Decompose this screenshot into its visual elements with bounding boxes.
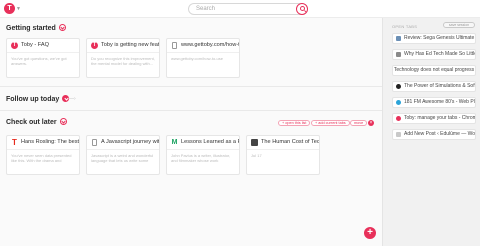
card-description: Jul 17	[251, 153, 262, 158]
tab-label: Technology does not equal progress	[393, 67, 475, 73]
search-bar[interactable]: Search	[188, 3, 308, 15]
open-tab-item[interactable]: Review: Sega Genesis Ultimate Portable G…	[392, 33, 476, 44]
close-icon[interactable]: ×	[368, 120, 374, 126]
card-description: Do you recognize this improvement, the m…	[91, 56, 155, 66]
open-tab-item[interactable]: Add New Post ‹ Edulūme — WordPress	[392, 129, 476, 140]
card-description: You've got questions, we've got answers.	[11, 56, 67, 66]
open-tab-item[interactable]: Why Has Ed Tech Made So Little Progress	[392, 49, 476, 60]
section-title: Follow up today	[6, 96, 60, 103]
hbr-icon	[396, 52, 401, 57]
bookmark-card[interactable]: The Human Cost of Tech Debt Jul 17	[246, 135, 320, 175]
open-tab-item[interactable]: Toby: manage your tabs - Chrome Web Stor…	[392, 113, 476, 124]
search-button[interactable]	[296, 3, 308, 15]
toby-logo-icon[interactable]: T	[4, 3, 15, 14]
edu-icon	[396, 132, 401, 137]
bookmark-card[interactable]: www.gettoby.com/how-to-use www.gettoby.c…	[166, 38, 240, 78]
bookmark-card[interactable]: A Javascript journey with only six chara…	[86, 135, 160, 175]
add-current-tabs-button[interactable]: + add current tabs	[311, 120, 350, 126]
card-title: Toby is getting new features	[101, 42, 159, 48]
move-button[interactable]: move	[350, 120, 368, 126]
toby-icon: T	[11, 42, 18, 49]
section-getting-started[interactable]: Getting started	[6, 24, 66, 33]
tab-label: Toby: manage your tabs - Chrome Web Stor…	[404, 115, 475, 121]
tab-label: The Power of Simulations & Software	[404, 83, 475, 89]
section-follow-up-today[interactable]: Follow up today	[6, 95, 70, 104]
article-icon	[251, 139, 258, 146]
collapse-icon[interactable]	[58, 24, 66, 31]
card-description: John Pavlus is a writer, illustrator, an…	[171, 153, 231, 163]
open-tab-item[interactable]: The Power of Simulations & Software	[392, 81, 476, 92]
document-icon	[92, 139, 97, 146]
bookmark-card[interactable]: M Lessons Learned as a Product John Pavl…	[166, 135, 240, 175]
collections-panel: Getting started T Toby - FAQ You've got …	[0, 18, 382, 246]
bookmark-card[interactable]: T Toby - FAQ You've got questions, we've…	[6, 38, 80, 78]
card-title: Toby - FAQ	[21, 42, 49, 48]
bookmark-card[interactable]: T Hans Rosling: The best stats You've ne…	[6, 135, 80, 175]
document-icon	[172, 42, 177, 49]
top-bar: T ▼ Search	[0, 0, 480, 18]
card-description: Javascript is a weird and wonderful lang…	[91, 153, 154, 163]
open-tabs-sidebar: OPEN TABS save session Review: Sega Gene…	[382, 18, 480, 246]
section-title: Getting started	[6, 25, 56, 32]
toby-icon: T	[91, 42, 98, 49]
chevron-down-icon[interactable]: ▼	[16, 5, 21, 13]
add-collection-button[interactable]: +	[364, 227, 376, 239]
bookmark-card[interactable]: T Toby is getting new features Do you re…	[86, 38, 160, 78]
open-tab-item[interactable]: 181 FM Awesome 80's - Web Player	[392, 97, 476, 108]
toby-icon	[396, 116, 401, 121]
chevron-right-icon: —›	[69, 96, 76, 102]
section-check-out-later[interactable]: Check out later	[6, 118, 67, 127]
card-description: You've never seen data presented like th…	[11, 153, 72, 163]
save-session-button[interactable]: save session	[443, 22, 475, 28]
open-tab-item[interactable]: Technology does not equal progress	[392, 65, 476, 76]
card-title: www.gettoby.com/how-to-use	[181, 42, 239, 48]
divider	[0, 86, 382, 87]
atom-icon	[396, 100, 401, 105]
search-input[interactable]: Search	[196, 4, 215, 15]
collapse-icon[interactable]	[59, 118, 67, 125]
divider	[0, 110, 382, 111]
card-title: A Javascript journey with only six chara…	[101, 139, 159, 145]
card-title: The Human Cost of Tech Debt	[261, 139, 319, 145]
tab-label: Why Has Ed Tech Made So Little Progress	[404, 51, 475, 57]
sidebar-label: OPEN TABS	[392, 24, 418, 29]
card-title: Lessons Learned as a Product	[181, 139, 239, 145]
tab-label: 181 FM Awesome 80's - Web Player	[404, 99, 475, 105]
section-title: Check out later	[6, 119, 57, 126]
simulation-icon	[396, 84, 401, 89]
sega-icon	[396, 36, 401, 41]
medium-icon: M	[171, 139, 178, 146]
tab-label: Review: Sega Genesis Ultimate Portable G…	[404, 35, 475, 41]
card-title: Hans Rosling: The best stats	[21, 139, 79, 145]
tab-label: Add New Post ‹ Edulūme — WordPress	[404, 131, 475, 137]
ted-icon: T	[12, 138, 17, 147]
open-list-button[interactable]: + open this list	[278, 120, 311, 126]
card-description: www.gettoby.com/how-to-use	[171, 56, 223, 61]
